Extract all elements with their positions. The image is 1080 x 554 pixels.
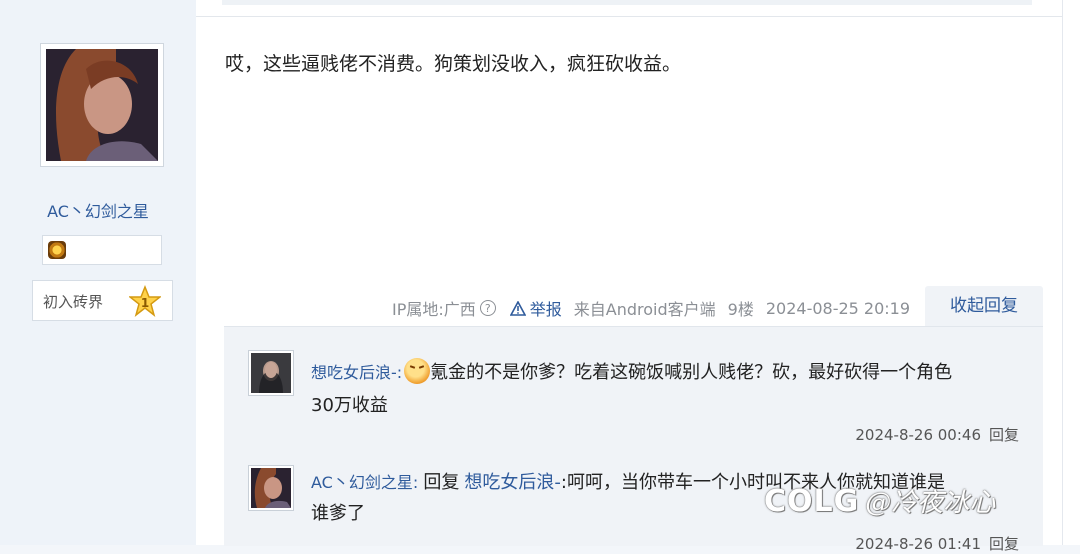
rank-box: 初入砖界 1 [32,280,173,321]
reply-author[interactable]: AC丶幻剑之星: [311,473,418,492]
client-info[interactable]: 来自Android客户端 [574,296,716,320]
warning-triangle-icon [509,300,526,316]
username[interactable]: AC丶幻剑之星 [0,198,196,222]
reply-footer: 2024-8-26 00:46 回复 [855,424,1019,445]
ip-location: IP属地:广西 [392,300,476,319]
reply-avatar-image [251,468,291,508]
post-meta: IP属地:广西 ? 举报 来自Android客户端 9楼 2024-08-25 … [392,296,910,320]
reply-text: 氪金的不是你爹？吃着这碗饭喊别人贱佬？砍，最好砍得一个角色 [430,362,953,383]
reply-line-1: 想吃女后浪-: 氪金的不是你爹？吃着这碗饭喊别人贱佬？砍，最好砍得一个角色 [311,358,952,384]
reply-timestamp: 2024-8-26 00:46 [855,426,981,444]
rank-star-icon: 1 [129,285,161,317]
right-edge [1062,0,1080,545]
collapse-replies-button[interactable]: 收起回复 [925,286,1043,326]
post-timestamp: 2024-08-25 20:19 [765,298,911,318]
report-button[interactable]: 举报 [509,296,562,320]
post-content: 哎，这些逼贱佬不消费。狗策划没收入，疯狂砍收益。 [225,53,682,75]
reply-word: 回复 [423,472,460,493]
reply-timestamp: 2024-8-26 01:41 [855,535,981,553]
watermark: COLG @冷夜冰心 [764,482,995,519]
previous-post-shade [222,0,1032,5]
help-circle-icon[interactable]: ? [479,300,496,316]
floor-number: 9楼 [727,300,754,319]
reply-avatar[interactable] [248,350,294,396]
reply-text-continued: 谁爹了 [311,503,365,524]
report-label: 举报 [529,300,562,319]
user-avatar[interactable] [40,43,164,167]
reply-to-user[interactable]: 想吃女后浪- [464,472,561,493]
reply-avatar[interactable] [248,465,294,511]
badge-container [42,235,162,265]
angry-emoji-icon [404,358,431,384]
reply-text-continued: 30万收益 [311,395,388,416]
rank-label: 初入砖界 [43,293,104,311]
reply-button[interactable]: 回复 [989,426,1019,444]
watermark-text: @冷夜冰心 [865,488,996,518]
reply-avatar-image [251,353,291,393]
rank-level: 1 [141,296,149,310]
avatar-image [46,49,158,161]
watermark-logo: COLG [764,484,860,519]
reply-button[interactable]: 回复 [989,535,1019,553]
reply-footer: 2024-8-26 01:41 回复 [855,533,1019,554]
reply-author[interactable]: 想吃女后浪-: [311,363,402,382]
previous-post-edge [196,0,1062,17]
badge-medal-icon[interactable] [48,241,66,259]
